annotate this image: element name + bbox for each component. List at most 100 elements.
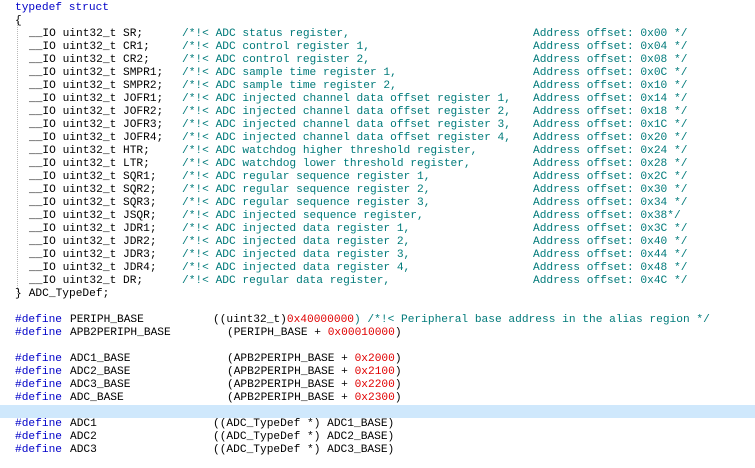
struct-member-line: __IO uint32_t HTR; /*!< ADC watchdog high… [0, 145, 755, 158]
member-declaration: __IO uint32_t HTR; [29, 145, 150, 157]
define-line: #define ADC3 ((ADC_TypeDef *) ADC3_BASE) [0, 444, 755, 457]
define-line: #define APB2PERIPH_BASE (PERIPH_BASE + 0x0… [0, 327, 755, 340]
define-name: ADC3_BASE [70, 379, 131, 391]
define-value: (APB2PERIPH_BASE + 0x2100) [227, 366, 402, 379]
define-name: ADC2_BASE [70, 366, 131, 378]
struct-member-line: __IO uint32_t DR; /*!< ADC regular data r… [0, 275, 755, 288]
define-name: ADC2 [70, 431, 97, 443]
define-number: 0x2100 [354, 366, 395, 378]
member-comment: /*!< ADC injected channel data offset re… [182, 132, 511, 144]
define-name: ADC1 [70, 418, 97, 430]
define-value-text: ((ADC_TypeDef *) ADC2_BASE) [213, 431, 395, 443]
define-value: ((ADC_TypeDef *) ADC2_BASE) [213, 431, 394, 444]
member-comment: /*!< ADC watchdog lower threshold regist… [182, 158, 471, 170]
define-line: #define ADC2 ((ADC_TypeDef *) ADC2_BASE) [0, 431, 755, 444]
member-offset-comment: Address offset: 0x00 */ [533, 28, 688, 40]
struct-member-line: __IO uint32_t SR; /*!< ADC status registe… [0, 28, 755, 41]
member-comment: /*!< ADC control register 2, [182, 54, 370, 66]
struct-member-line: __IO uint32_t JOFR2; /*!< ADC injected ch… [0, 106, 755, 119]
define-directive: #define [15, 418, 62, 430]
define-value-text: ((uint32_t) [213, 314, 287, 326]
member-declaration: __IO uint32_t JDR4; [29, 262, 157, 274]
struct-member-line: __IO uint32_t JOFR3; /*!< ADC injected ch… [0, 119, 755, 132]
member-offset-comment: Address offset: 0x1C */ [533, 119, 688, 131]
member-declaration: __IO uint32_t SR; [29, 28, 144, 40]
member-offset-comment: Address offset: 0x40 */ [533, 236, 688, 248]
define-directive: #define [15, 353, 62, 365]
member-comment: /*!< ADC injected data register 2, [182, 236, 411, 248]
struct-member-line: __IO uint32_t JDR3; /*!< ADC injected dat… [0, 249, 755, 262]
member-declaration: __IO uint32_t SQR1; [29, 171, 157, 183]
define-number: 0x40000000 [286, 314, 354, 326]
define-value: ((uint32_t)0x40000000) /*!< Peripheral b… [213, 314, 710, 327]
member-comment: /*!< ADC regular data register, [182, 275, 391, 287]
define-directive: #define [15, 431, 62, 443]
member-offset-comment: Address offset: 0x2C */ [533, 171, 688, 183]
member-offset-comment: Address offset: 0x24 */ [533, 145, 688, 157]
define-value-close: ) [394, 392, 402, 404]
code-editor[interactable]: typedef struct { __IO uint32_t SR; /*!< A… [0, 0, 755, 468]
member-declaration: __IO uint32_t JOFR3; [29, 119, 164, 131]
member-declaration: __IO uint32_t SMPR1; [29, 67, 164, 79]
struct-member-line: __IO uint32_t SQR1; /*!< ADC regular sequ… [0, 171, 755, 184]
member-declaration: __IO uint32_t JDR3; [29, 249, 157, 261]
define-directive: #define [15, 392, 62, 404]
member-declaration: __IO uint32_t CR2; [29, 54, 150, 66]
define-value: ((ADC_TypeDef *) ADC3_BASE) [213, 444, 394, 457]
close-brace: } [15, 288, 22, 300]
member-comment: /*!< ADC regular sequence register 3, [182, 197, 431, 209]
member-offset-comment: Address offset: 0x08 */ [533, 54, 688, 66]
member-offset-comment: Address offset: 0x48 */ [533, 262, 688, 274]
struct-member-line: __IO uint32_t SQR2; /*!< ADC regular sequ… [0, 184, 755, 197]
member-offset-comment: Address offset: 0x04 */ [533, 41, 688, 53]
define-name: ADC_BASE [70, 392, 124, 404]
define-name: ADC1_BASE [70, 353, 131, 365]
define-value-text: ((ADC_TypeDef *) ADC3_BASE) [213, 444, 395, 456]
struct-member-line: __IO uint32_t JSQR; /*!< ADC injected seq… [0, 210, 755, 223]
member-offset-comment: Address offset: 0x10 */ [533, 80, 688, 92]
member-declaration: __IO uint32_t JDR2; [29, 236, 157, 248]
member-comment: /*!< ADC injected channel data offset re… [182, 119, 511, 131]
struct-member-line: __IO uint32_t CR1; /*!< ADC control regis… [0, 41, 755, 54]
member-offset-comment: Address offset: 0x20 */ [533, 132, 688, 144]
struct-member-line: __IO uint32_t JOFR1; /*!< ADC injected ch… [0, 93, 755, 106]
define-directive: #define [15, 366, 62, 378]
code-line-close-brace: } ADC_TypeDef; [0, 288, 755, 301]
define-number: 0x2300 [354, 392, 395, 404]
member-comment: /*!< ADC watchdog higher threshold regis… [182, 145, 478, 157]
open-brace: { [15, 15, 22, 27]
current-line-highlight[interactable] [0, 405, 755, 418]
member-comment: /*!< ADC injected channel data offset re… [182, 93, 511, 105]
member-offset-comment: Address offset: 0x34 */ [533, 197, 688, 209]
define-value-close: ) [394, 353, 402, 365]
member-declaration: __IO uint32_t JOFR4; [29, 132, 164, 144]
member-comment: /*!< ADC regular sequence register 1, [182, 171, 431, 183]
define-line: #define ADC2_BASE (APB2PERIPH_BASE + 0x210… [0, 366, 755, 379]
define-value-text: ((ADC_TypeDef *) ADC1_BASE) [213, 418, 395, 430]
define-directive: #define [15, 327, 62, 339]
define-name: ADC3 [70, 444, 97, 456]
define-value-close: ) [394, 366, 402, 378]
struct-member-line: __IO uint32_t JDR2; /*!< ADC injected dat… [0, 236, 755, 249]
code-line-typedef: typedef struct [0, 2, 755, 15]
struct-member-line: __IO uint32_t JOFR4; /*!< ADC injected ch… [0, 132, 755, 145]
define-line: #define ADC1_BASE (APB2PERIPH_BASE + 0x200… [0, 353, 755, 366]
member-offset-comment: Address offset: 0x0C */ [533, 67, 688, 79]
struct-member-line: __IO uint32_t SMPR1; /*!< ADC sample time… [0, 67, 755, 80]
define-value: (APB2PERIPH_BASE + 0x2000) [227, 353, 402, 366]
define-value: (PERIPH_BASE + 0x00010000) [227, 327, 402, 340]
define-line: #define ADC_BASE (APB2PERIPH_BASE + 0x2300… [0, 392, 755, 405]
member-declaration: __IO uint32_t LTR; [29, 158, 150, 170]
define-value: ((ADC_TypeDef *) ADC1_BASE) [213, 418, 394, 431]
define-name: APB2PERIPH_BASE [70, 327, 171, 339]
member-offset-comment: Address offset: 0x18 */ [533, 106, 688, 118]
define-line: #define PERIPH_BASE ((uint32_t)0x40000000)… [0, 314, 755, 327]
define-value-close: ) [394, 379, 402, 391]
member-offset-comment: Address offset: 0x30 */ [533, 184, 688, 196]
member-declaration: __IO uint32_t JOFR1; [29, 93, 164, 105]
define-directive: #define [15, 444, 62, 456]
member-declaration: __IO uint32_t CR1; [29, 41, 150, 53]
typedef-keyword: typedef struct [15, 2, 109, 14]
member-comment: /*!< ADC injected sequence register, [182, 210, 424, 222]
struct-member-line: __IO uint32_t JDR1; /*!< ADC injected dat… [0, 223, 755, 236]
